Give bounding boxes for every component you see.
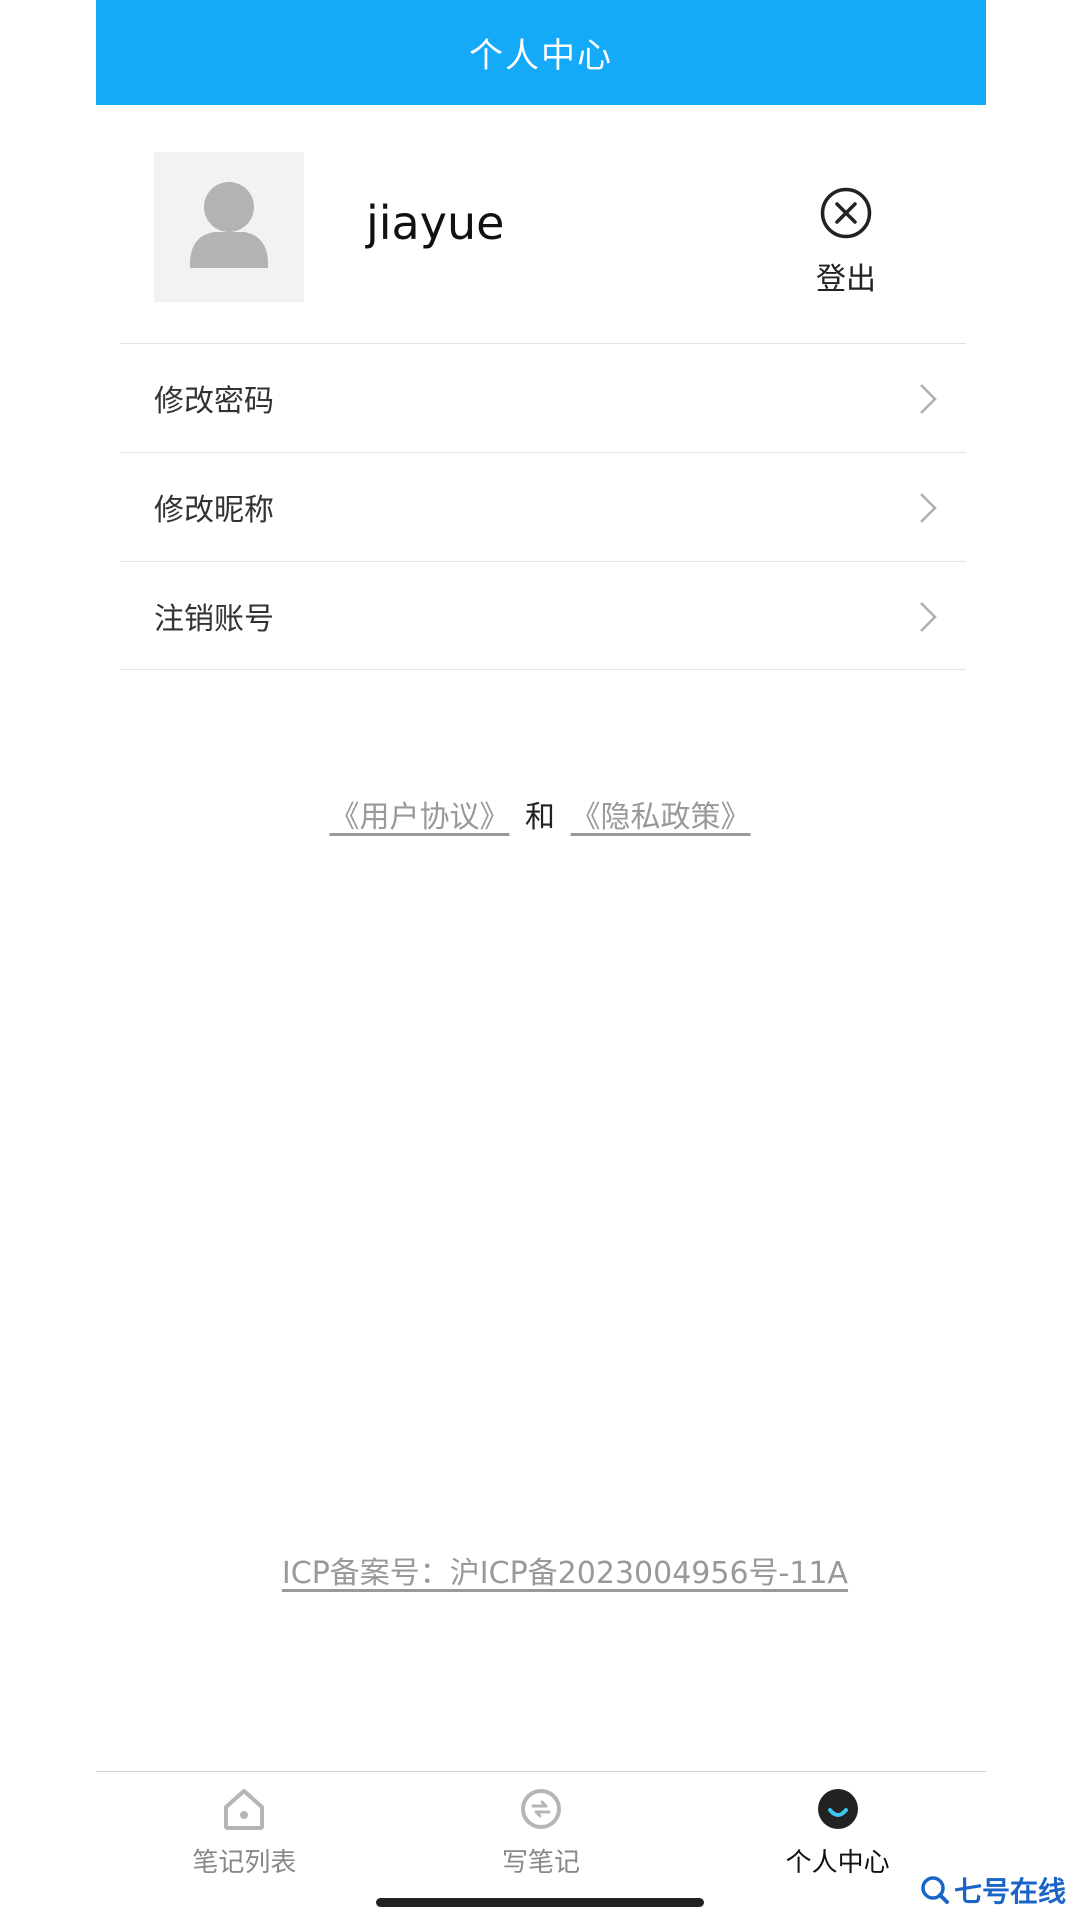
logout-button[interactable]: 登出 — [786, 186, 906, 306]
tab-label: 笔记列表 — [192, 1848, 297, 1878]
username: jiayue — [366, 196, 505, 250]
chevron-right-icon — [920, 493, 937, 523]
menu-item-change-nickname[interactable]: 修改昵称 — [120, 452, 966, 561]
tab-write-note[interactable]: 写笔记 — [393, 1772, 690, 1881]
user-placeholder-icon — [190, 182, 268, 268]
chevron-right-icon — [920, 602, 937, 632]
home-icon — [224, 1789, 265, 1830]
top-app-bar: 个人中心 — [96, 0, 986, 105]
close-circle-icon — [820, 187, 872, 239]
chevron-right-icon — [920, 384, 937, 414]
menu-item-delete-account[interactable]: 注销账号 — [120, 561, 966, 670]
menu-item-change-password[interactable]: 修改密码 — [120, 343, 966, 452]
page-title: 个人中心 — [469, 36, 613, 76]
menu-item-label: 修改昵称 — [154, 493, 274, 528]
avatar[interactable] — [154, 152, 304, 302]
menu-item-label: 修改密码 — [154, 384, 274, 419]
tab-note-list[interactable]: 笔记列表 — [96, 1772, 393, 1881]
settings-menu: 修改密码 修改昵称 注销账号 — [120, 343, 966, 670]
watermark-text: 七号在线 — [953, 1875, 1066, 1908]
icp-record-link[interactable]: ICP备案号：沪ICP备2023004956号-11A — [0, 1548, 1080, 1592]
menu-item-label: 注销账号 — [154, 601, 274, 637]
bottom-tab-bar: 笔记列表 写笔记 个人中心 — [96, 1771, 986, 1881]
write-note-icon — [521, 1789, 561, 1829]
profile-face-icon — [817, 1789, 858, 1829]
tab-profile[interactable]: 个人中心 — [689, 1772, 986, 1881]
tab-label: 个人中心 — [785, 1848, 890, 1878]
logout-label: 登出 — [816, 262, 876, 297]
privacy-policy-link[interactable]: 《隐私政策》 — [571, 800, 751, 835]
watermark: 七号在线 — [920, 1870, 1066, 1910]
profile-card: jiayue 登出 — [120, 140, 966, 345]
magnifier-logo-icon — [921, 1876, 949, 1904]
user-agreement-link[interactable]: 《用户协议》 — [329, 800, 509, 835]
agreements-line: 《用户协议》 和 《隐私政策》 — [0, 792, 1080, 836]
tab-label: 写笔记 — [502, 1848, 581, 1878]
profile-page: 个人中心 jiayue 登出 修改密码 修改昵称 注销账号 《用户协议》 和 《… — [0, 0, 1080, 1920]
home-indicator[interactable] — [376, 1898, 704, 1907]
agreements-and-text: 和 — [525, 800, 555, 835]
